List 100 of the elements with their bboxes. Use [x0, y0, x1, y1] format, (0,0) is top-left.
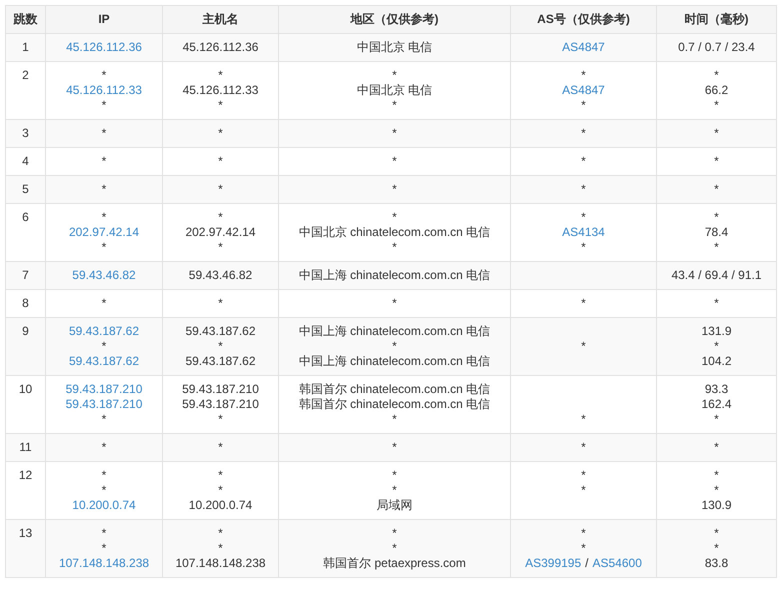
cell-text: * [218, 296, 223, 311]
cell-text: * [392, 98, 397, 113]
hop-number: 10 [18, 382, 32, 396]
column-header: 主机名 [162, 6, 278, 34]
cell-text: * [714, 296, 719, 311]
cell-text: 45.126.112.33 [182, 83, 258, 98]
cell-text: 162.4 [701, 397, 732, 412]
hop-number: 4 [22, 154, 29, 168]
cell-text: 59.43.187.210 [182, 397, 259, 412]
cell-text: * [714, 339, 719, 354]
cell-text: * [581, 240, 586, 255]
cell-text: * [218, 154, 223, 169]
hop-number: 2 [22, 68, 29, 82]
column-header: 时间（毫秒) [656, 6, 776, 34]
cell-text: 中国北京 电信 [356, 40, 432, 55]
as-link[interactable]: AS4134 [562, 225, 605, 240]
cell-text: * [218, 440, 223, 455]
cell-text: * [714, 182, 719, 197]
ip-link[interactable]: 59.43.187.210 [66, 397, 142, 412]
cell-text: 局域网 [376, 498, 412, 513]
cell-text: 130.9 [701, 498, 732, 513]
cell-text: * [714, 98, 719, 113]
cell-text: 66.2 [704, 83, 728, 98]
cell-text: * [102, 296, 106, 311]
cell-text: * [714, 210, 719, 225]
as-link[interactable]: AS4847 [562, 83, 605, 98]
cell-text: * [218, 182, 223, 197]
cell-text: * [714, 541, 719, 556]
cell-text: * [581, 126, 586, 141]
cell-text: * [102, 210, 106, 225]
cell-text: * [581, 182, 586, 197]
cell-text: * [714, 68, 719, 83]
cell-text: 中国北京 电信 [356, 83, 432, 98]
cell-text: 中国上海 chinatelecom.com.cn 电信 [298, 354, 490, 369]
cell-text: * [714, 240, 719, 255]
cell-text: * [392, 339, 397, 354]
cell-text: * [581, 98, 586, 113]
ip-link[interactable]: 59.43.46.82 [72, 268, 136, 283]
cell-text: * [392, 483, 397, 498]
ip-link[interactable]: 45.126.112.33 [66, 83, 142, 98]
cell-text: * [102, 240, 106, 255]
cell-text: 韩国首尔 petaexpress.com [323, 556, 466, 571]
cell-text: * [392, 440, 397, 455]
cell-text: * [102, 98, 106, 113]
as-link[interactable]: AS399195 [525, 556, 582, 571]
cell-text: * [581, 210, 586, 225]
cell-text: 78.4 [704, 225, 728, 240]
cell-text: * [102, 440, 106, 455]
cell-text: 中国北京 chinatelecom.com.cn 电信 [298, 225, 490, 240]
cell-text: * [392, 210, 397, 225]
cell-text: 59.43.46.82 [188, 268, 252, 283]
cell-text: 59.43.187.210 [182, 382, 259, 397]
cell-text: * [218, 68, 223, 83]
hop-number: 6 [22, 210, 29, 224]
cell-text: 104.2 [701, 354, 732, 369]
cell-text: * [714, 126, 719, 141]
cell-text: * [392, 126, 397, 141]
column-header: 地区（仅供参考) [278, 6, 510, 34]
ip-link[interactable]: 59.43.187.62 [68, 354, 140, 369]
cell-text: * [581, 68, 586, 83]
as-link[interactable]: AS4847 [562, 40, 605, 55]
cell-text: * [102, 68, 106, 83]
as-link[interactable]: AS54600 [592, 556, 642, 571]
cell-text: * [102, 468, 106, 483]
hop-number: 13 [18, 526, 32, 540]
cell-text: * [581, 483, 586, 498]
cell-text: 202.97.42.14 [185, 225, 256, 240]
cell-text: * [218, 526, 223, 541]
cell-text: * [581, 541, 586, 556]
cell-text: * [581, 440, 586, 455]
cell-text: * [714, 154, 719, 169]
ip-link[interactable]: 202.97.42.14 [68, 225, 140, 240]
cell-text: * [392, 240, 397, 255]
cell-text: * [218, 210, 223, 225]
cell-text: 83.8 [704, 556, 728, 571]
cell-text: * [218, 412, 223, 427]
cell-text: * [714, 412, 719, 427]
cell-text: 韩国首尔 chinatelecom.com.cn 电信 [298, 397, 490, 412]
hop-number: 11 [19, 440, 32, 454]
ip-link[interactable]: 59.43.187.210 [66, 382, 142, 397]
ip-link[interactable]: 45.126.112.36 [66, 40, 142, 55]
cell-text: 131.9 [701, 324, 732, 339]
ip-link[interactable]: 10.200.0.74 [72, 498, 136, 513]
cell-text: * [581, 412, 586, 427]
cell-text: * [218, 98, 223, 113]
hop-number: 12 [18, 468, 32, 482]
cell-text: * [218, 240, 223, 255]
cell-text: * [102, 182, 106, 197]
ip-link[interactable]: 59.43.187.62 [68, 324, 140, 339]
cell-text: * [392, 526, 397, 541]
cell-text: * [218, 483, 223, 498]
cell-text: 107.148.148.238 [175, 556, 266, 571]
hop-number: 9 [22, 324, 29, 338]
cell-text: * [392, 154, 397, 169]
cell-text: * [392, 182, 397, 197]
cell-text: * [581, 339, 586, 354]
column-header: IP [46, 6, 162, 34]
cell-text: * [102, 526, 106, 541]
cell-text: 93.3 [704, 382, 728, 397]
ip-link[interactable]: 107.148.148.238 [58, 556, 150, 571]
